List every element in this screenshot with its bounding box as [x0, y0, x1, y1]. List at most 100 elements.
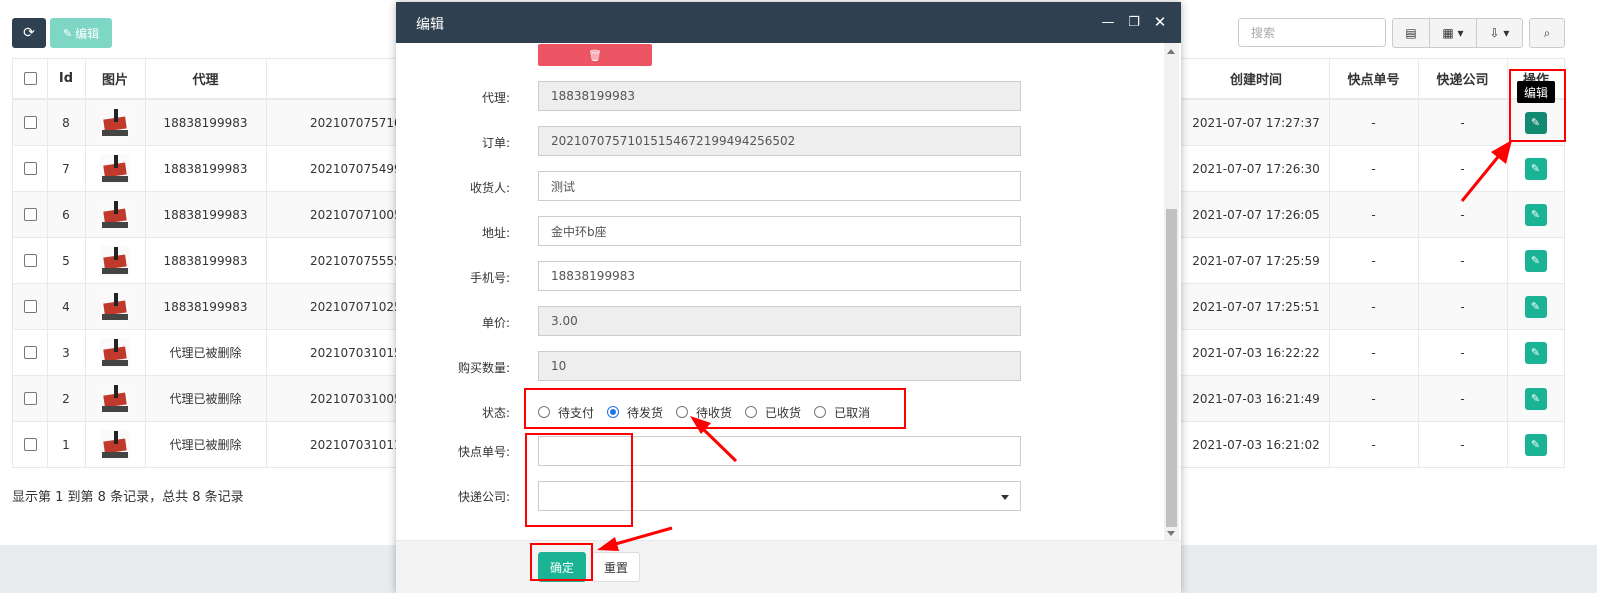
receiver-field[interactable]	[538, 171, 1021, 201]
row-checkbox-cell[interactable]	[13, 146, 47, 191]
row-edit-button[interactable]: ✎	[1524, 295, 1547, 318]
delete-image-button[interactable]: 🗑	[538, 44, 652, 66]
row-checkbox-cell[interactable]	[13, 100, 47, 145]
cell-agent: 代理已被删除	[169, 346, 242, 360]
row-checkbox-cell[interactable]	[13, 376, 47, 421]
chevron-down-icon[interactable]	[1001, 495, 1009, 500]
row-checkbox-cell[interactable]	[13, 422, 47, 467]
pencil-icon: ✎	[1530, 162, 1541, 175]
list-icon: ▤	[1405, 26, 1417, 40]
header-agent[interactable]: 代理	[145, 58, 266, 98]
row-checkbox[interactable]	[23, 392, 37, 405]
cell-order: 20210707555598	[310, 253, 400, 268]
export-dropdown-button[interactable]: ⇩ ▾	[1476, 18, 1523, 48]
row-checkbox-cell[interactable]	[13, 330, 47, 375]
modal-body: 🗑 代理: 订单: 收货人: 地址: 手机号: 单价: 购买数量: 状态: 待支…	[396, 43, 1181, 540]
row-checkbox[interactable]	[23, 116, 37, 129]
cell-image[interactable]	[85, 376, 145, 421]
product-thumbnail[interactable]	[100, 291, 130, 322]
header-select-all[interactable]	[13, 58, 47, 98]
cell-agent: 18838199983	[163, 161, 248, 176]
cell-image[interactable]	[85, 238, 145, 283]
toggle-view-button[interactable]: ▤	[1392, 18, 1430, 48]
row-edit-button[interactable]: ✎	[1524, 341, 1547, 364]
cell-id: 8	[62, 115, 70, 130]
pencil-icon: ✎	[1530, 300, 1541, 313]
edit-button[interactable]: ✎ 编辑	[50, 18, 112, 48]
reset-button[interactable]: 重置	[592, 552, 640, 582]
header-id[interactable]: Id	[47, 58, 85, 98]
cell-id: 2	[62, 391, 70, 406]
cell-actions: ✎	[1507, 146, 1564, 191]
quantity-field[interactable]	[538, 351, 1021, 381]
cell-order: 20210707100534	[310, 207, 400, 222]
scroll-up-icon[interactable]	[1167, 49, 1175, 54]
product-thumbnail[interactable]	[100, 245, 130, 276]
row-edit-button[interactable]: ✎	[1524, 203, 1547, 226]
cell-image[interactable]	[85, 284, 145, 329]
address-field[interactable]	[538, 216, 1021, 246]
refresh-button[interactable]: ⟳	[12, 18, 46, 48]
cell-created-time: 2021-07-07 17:26:30	[1192, 161, 1320, 176]
product-thumbnail[interactable]	[100, 199, 130, 230]
row-edit-button[interactable]: ✎	[1524, 249, 1547, 272]
cell-image[interactable]	[85, 330, 145, 375]
cell-id: 3	[62, 345, 70, 360]
cell-order: 20210703101100	[310, 437, 400, 452]
search-input[interactable]	[1238, 18, 1386, 47]
product-thumbnail[interactable]	[100, 107, 130, 138]
cell-image[interactable]	[85, 192, 145, 237]
row-checkbox[interactable]	[23, 346, 37, 359]
cell-image[interactable]	[85, 146, 145, 191]
cell-image[interactable]	[85, 422, 145, 467]
cell-agent: 18838199983	[163, 207, 248, 222]
header-created-time[interactable]: 创建时间	[1183, 58, 1329, 98]
cell-id: 4	[62, 299, 70, 314]
cell-id: 6	[62, 207, 70, 222]
select-all-checkbox[interactable]	[23, 71, 37, 85]
cell-image[interactable]	[85, 100, 145, 145]
columns-dropdown-button[interactable]: ▦ ▾	[1429, 18, 1477, 48]
search-button[interactable]: ⌕	[1529, 18, 1565, 48]
row-checkbox[interactable]	[23, 300, 37, 313]
row-checkbox-cell[interactable]	[13, 192, 47, 237]
row-edit-button[interactable]: ✎	[1524, 433, 1547, 456]
row-checkbox[interactable]	[23, 254, 37, 267]
cell-actions: ✎	[1507, 238, 1564, 283]
cell-actions: ✎	[1507, 376, 1564, 421]
courier-label: 快递公司:	[457, 490, 510, 504]
refresh-icon: ⟳	[23, 25, 35, 41]
cell-courier: -	[1460, 299, 1465, 314]
price-field[interactable]	[538, 306, 1021, 336]
minimize-icon[interactable]: —	[1100, 14, 1116, 30]
maximize-icon[interactable]: ❐	[1126, 14, 1142, 30]
order-field[interactable]	[538, 126, 1021, 156]
phone-field[interactable]	[538, 261, 1021, 291]
product-thumbnail[interactable]	[100, 383, 130, 414]
cell-tracking-number: -	[1371, 299, 1376, 314]
product-thumbnail[interactable]	[100, 153, 130, 184]
row-edit-button[interactable]: ✎	[1524, 387, 1547, 410]
row-checkbox-cell[interactable]	[13, 284, 47, 329]
scrollbar-thumb[interactable]	[1166, 209, 1177, 527]
row-checkbox-cell[interactable]	[13, 238, 47, 283]
row-edit-button[interactable]: ✎	[1524, 157, 1547, 180]
close-icon[interactable]: ✕	[1152, 13, 1168, 31]
row-checkbox[interactable]	[23, 162, 37, 175]
cell-created-time: 2021-07-03 16:21:02	[1192, 437, 1320, 452]
product-thumbnail[interactable]	[100, 337, 130, 368]
modal-title: 编辑	[416, 17, 444, 33]
cell-id: 5	[62, 253, 70, 268]
scroll-down-icon[interactable]	[1167, 531, 1175, 536]
cell-actions: ✎	[1507, 192, 1564, 237]
cell-actions: ✎	[1507, 330, 1564, 375]
row-checkbox[interactable]	[23, 208, 37, 221]
cell-order: 20210703101504	[310, 345, 400, 360]
header-courier[interactable]: 快递公司	[1418, 58, 1507, 98]
cell-tracking-number: -	[1371, 207, 1376, 222]
agent-field[interactable]	[538, 81, 1021, 111]
header-tracking-number[interactable]: 快点单号	[1329, 58, 1418, 98]
row-checkbox[interactable]	[23, 438, 37, 451]
product-thumbnail[interactable]	[100, 429, 130, 460]
quantity-label: 购买数量:	[457, 361, 510, 375]
